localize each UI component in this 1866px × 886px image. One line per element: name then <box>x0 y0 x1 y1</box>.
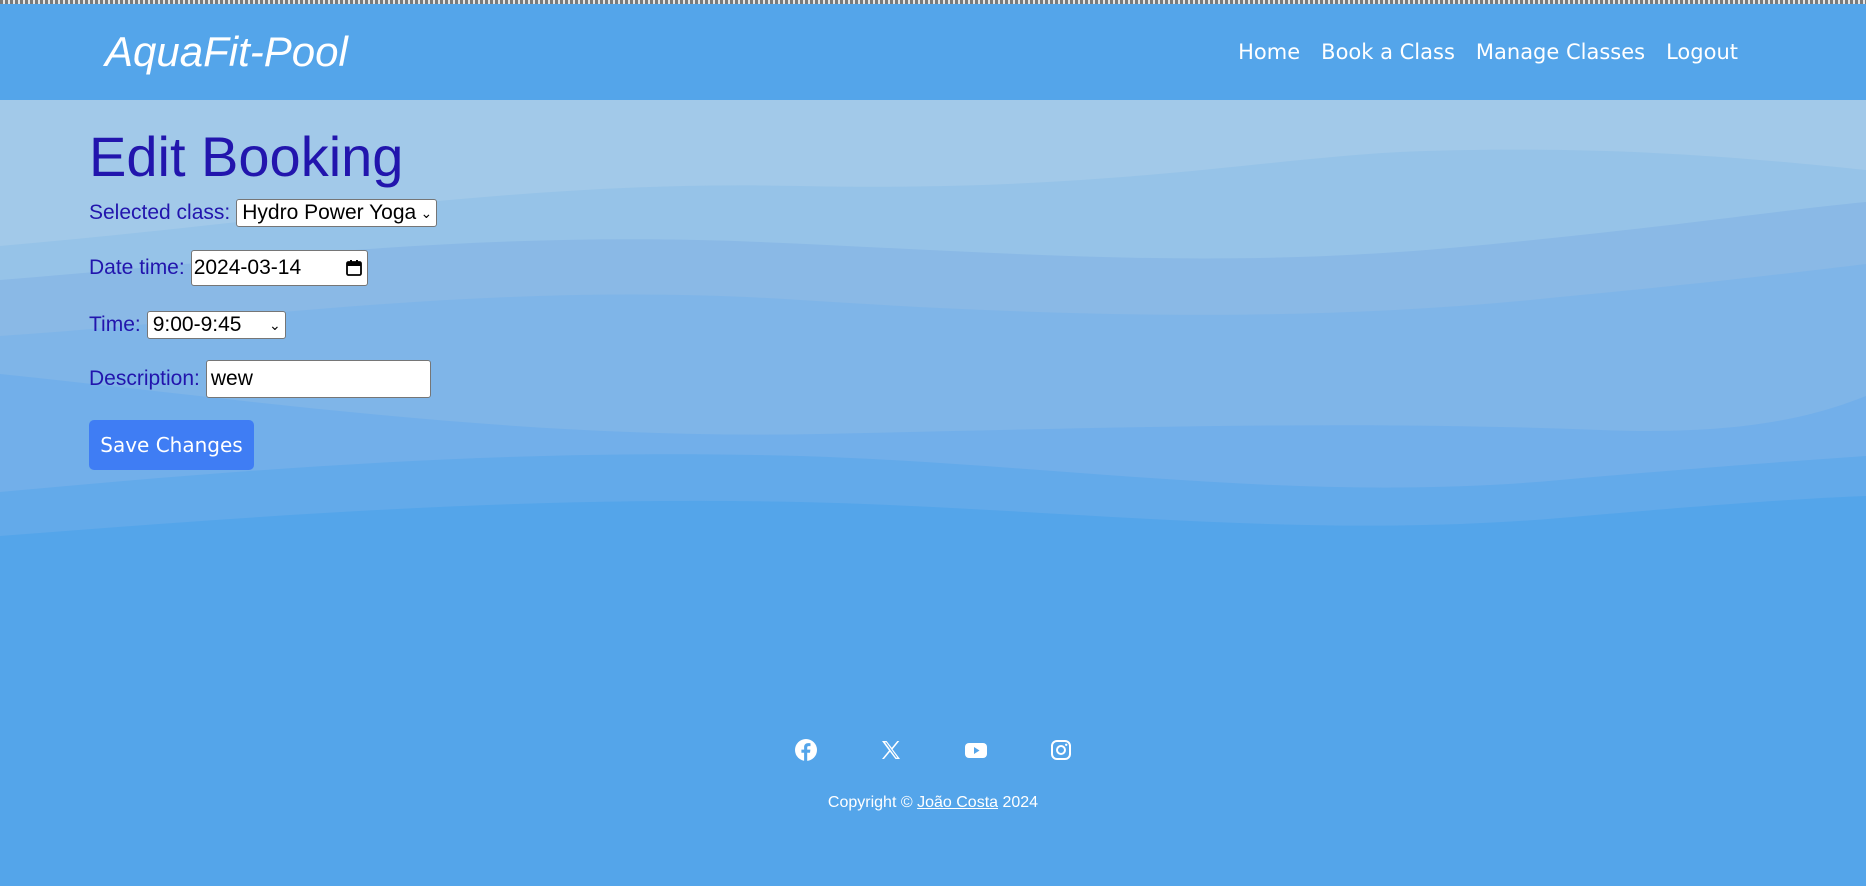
description-row: Description: wew <box>89 360 431 398</box>
description-label: Description: <box>89 367 200 390</box>
nav-logout[interactable]: Logout <box>1666 40 1738 64</box>
save-changes-button[interactable]: Save Changes <box>89 420 254 470</box>
social-links <box>0 738 1866 762</box>
time-row: Time: 9:00-9:45 ⌄ <box>89 311 286 339</box>
instagram-icon[interactable] <box>1049 738 1073 762</box>
description-input[interactable]: wew <box>205 360 431 398</box>
navbar: AquaFit-Pool Home Book a Class Manage Cl… <box>0 4 1866 100</box>
calendar-icon[interactable] <box>345 259 363 277</box>
main-content: Edit Booking Selected class: Hydro Power… <box>89 124 438 470</box>
class-row: Selected class: Hydro Power Yoga ⌄ <box>89 199 438 227</box>
page-title: Edit Booking <box>89 125 404 188</box>
nav-manage-classes[interactable]: Manage Classes <box>1476 40 1645 64</box>
date-input[interactable]: 2024-03-14 <box>190 250 368 286</box>
footer: Copyright © João Costa 2024 <box>0 720 1866 886</box>
date-label: Date time: <box>89 256 185 279</box>
copyright-year: 2024 <box>1002 794 1039 811</box>
x-icon[interactable] <box>879 738 903 762</box>
class-label: Selected class: <box>89 201 231 224</box>
youtube-icon[interactable] <box>964 738 988 762</box>
time-select[interactable]: 9:00-9:45 ⌄ <box>146 311 286 339</box>
time-label: Time: <box>89 313 141 336</box>
description-value: wew <box>210 367 253 390</box>
nav-book-class[interactable]: Book a Class <box>1321 40 1455 64</box>
facebook-icon[interactable] <box>794 738 818 762</box>
brand-logo[interactable]: AquaFit-Pool <box>105 28 348 76</box>
copyright-prefix: Copyright © <box>827 794 913 811</box>
chevron-down-icon: ⌄ <box>269 316 281 333</box>
time-select-value: 9:00-9:45 <box>152 313 242 336</box>
author-link[interactable]: João Costa <box>917 794 998 811</box>
copyright: Copyright © João Costa 2024 <box>0 794 1866 812</box>
nav-links: Home Book a Class Manage Classes Logout <box>1238 40 1738 64</box>
date-row: Date time: 2024-03-14 <box>89 250 368 286</box>
class-select-value: Hydro Power Yoga <box>242 201 417 224</box>
date-value: 2024-03-14 <box>193 256 302 279</box>
chevron-down-icon: ⌄ <box>420 204 433 221</box>
nav-home[interactable]: Home <box>1238 40 1300 64</box>
class-select[interactable]: Hydro Power Yoga ⌄ <box>236 199 438 227</box>
